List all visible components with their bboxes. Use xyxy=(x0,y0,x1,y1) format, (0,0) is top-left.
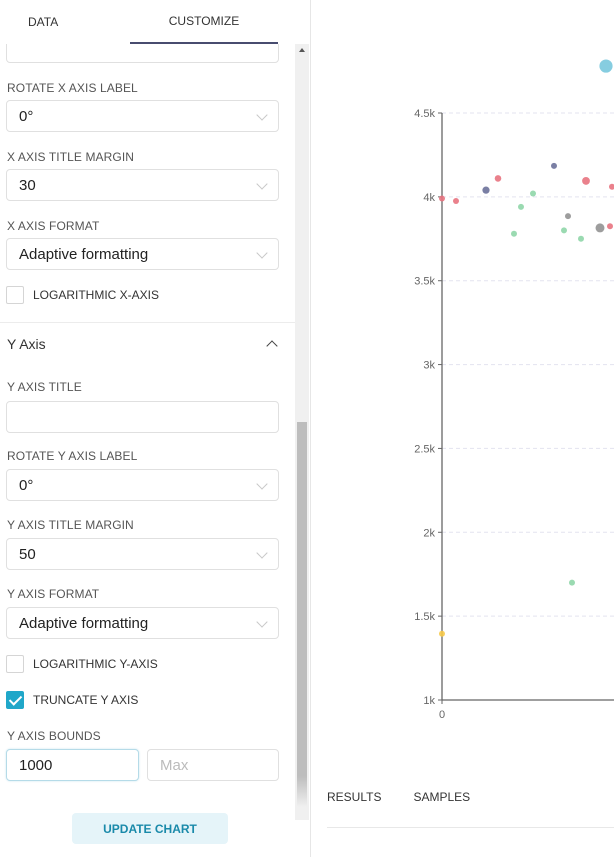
truncate-y-axis-checkbox[interactable] xyxy=(6,691,24,709)
data-point xyxy=(607,223,613,230)
truncate-y-axis-label: TRUNCATE Y AXIS xyxy=(33,693,139,707)
x-axis-format-select[interactable]: Adaptive formatting xyxy=(6,238,279,270)
rotate-x-axis-label-value: 0° xyxy=(19,107,34,125)
chevron-down-icon xyxy=(256,178,268,190)
y-axis-title-label: Y AXIS TITLE xyxy=(7,380,82,394)
rotate-x-axis-label-select[interactable]: 0° xyxy=(6,100,279,132)
data-point xyxy=(569,579,575,586)
y-axis-title-margin-select[interactable]: 50 xyxy=(6,538,279,570)
y-axis-bounds-min-input[interactable] xyxy=(6,749,139,781)
bottom-tabs-divider xyxy=(327,827,614,828)
logarithmic-y-axis-checkbox[interactable] xyxy=(6,655,24,673)
logarithmic-y-axis-label: LOGARITHMIC Y-AXIS xyxy=(33,657,158,671)
x-axis-title-margin-value: 30 xyxy=(19,176,36,194)
rotate-x-axis-label-label: ROTATE X AXIS LABEL xyxy=(7,81,138,95)
bottom-tabs: RESULTS SAMPLES xyxy=(327,790,502,804)
y-tick-label: 2.5k xyxy=(414,443,435,455)
scroll-up-arrow-icon[interactable] xyxy=(299,48,305,52)
tab-results[interactable]: RESULTS xyxy=(327,790,381,804)
y-tick-label: 3k xyxy=(423,360,435,372)
scatter-chart: 1k 1.5k 2k 2.5k 3k 3.5k 4k 4.5k 0 xyxy=(414,59,614,721)
data-point xyxy=(482,186,490,194)
x-axis-title-margin-label: X AXIS TITLE MARGIN xyxy=(7,150,135,164)
data-point xyxy=(439,195,445,202)
chevron-down-icon xyxy=(256,616,268,628)
y-axis-format-label: Y AXIS FORMAT xyxy=(7,587,100,601)
data-point xyxy=(453,198,459,205)
logarithmic-y-axis-row[interactable]: LOGARITHMIC Y-AXIS xyxy=(6,655,158,673)
tab-samples[interactable]: SAMPLES xyxy=(413,790,470,804)
y-tick-label: 3.5k xyxy=(414,276,435,288)
rotate-y-axis-label-select[interactable]: 0° xyxy=(6,469,279,501)
data-point xyxy=(599,59,613,73)
data-point xyxy=(494,175,502,182)
tab-data[interactable]: DATA xyxy=(0,0,130,44)
y-tick-label: 4k xyxy=(423,192,435,204)
rotate-y-axis-label-label: ROTATE Y AXIS LABEL xyxy=(7,449,138,463)
logarithmic-x-axis-checkbox[interactable] xyxy=(6,286,24,304)
sidebar-tabs: DATA CUSTOMIZE xyxy=(0,0,295,44)
data-point xyxy=(595,223,605,233)
customize-panel: ROTATE X AXIS LABEL 0° X AXIS TITLE MARG… xyxy=(0,44,295,814)
chevron-down-icon xyxy=(256,247,268,259)
chevron-down-icon xyxy=(256,547,268,559)
y-tick-label: 4.5k xyxy=(414,108,435,120)
x-axis-title-margin-select[interactable]: 30 xyxy=(6,169,279,201)
chevron-down-icon xyxy=(256,478,268,490)
chevron-up-icon[interactable] xyxy=(266,340,278,352)
logarithmic-x-axis-row[interactable]: LOGARITHMIC X-AXIS xyxy=(6,286,159,304)
logarithmic-x-axis-label: LOGARITHMIC X-AXIS xyxy=(33,288,160,302)
data-point xyxy=(551,162,557,169)
y-axis-bounds-max-input[interactable] xyxy=(147,749,279,781)
tab-customize[interactable]: CUSTOMIZE xyxy=(130,0,278,44)
data-point xyxy=(609,183,614,190)
data-point xyxy=(518,203,524,210)
truncate-y-axis-row[interactable]: TRUNCATE Y AXIS xyxy=(6,691,138,709)
section-divider xyxy=(0,322,295,323)
y-axis-section-title[interactable]: Y Axis xyxy=(7,336,46,352)
chevron-down-icon xyxy=(256,109,268,121)
y-axis-format-select[interactable]: Adaptive formatting xyxy=(6,607,279,639)
data-point xyxy=(582,177,590,185)
sidebar-scrollbar[interactable] xyxy=(295,44,309,820)
scrollbar-thumb[interactable] xyxy=(297,422,307,807)
y-axis-title-margin-value: 50 xyxy=(19,545,36,563)
data-point xyxy=(439,630,445,637)
rotate-y-axis-label-value: 0° xyxy=(19,476,34,494)
chart-area: 1k 1.5k 2k 2.5k 3k 3.5k 4k 4.5k 0 RESULTS SAMPLE… xyxy=(312,0,614,857)
sidebar: DATA CUSTOMIZE ROTATE X AXIS LABEL 0° X … xyxy=(0,0,311,857)
x-axis-format-value: Adaptive formatting xyxy=(19,245,149,263)
y-tick-label: 2k xyxy=(423,527,435,539)
x-tick-label: 0 xyxy=(439,709,445,721)
x-axis-title-input[interactable] xyxy=(6,44,279,63)
y-tick-label: 1.5k xyxy=(414,611,435,623)
data-point xyxy=(565,213,571,220)
y-axis-title-input[interactable] xyxy=(6,401,279,433)
x-axis-format-label: X AXIS FORMAT xyxy=(7,219,100,233)
data-point xyxy=(530,190,536,197)
y-axis-bounds-label: Y AXIS BOUNDS xyxy=(7,729,101,743)
data-point xyxy=(561,227,567,234)
y-tick-label: 1k xyxy=(423,695,435,707)
y-axis-format-value: Adaptive formatting xyxy=(19,614,149,632)
data-point xyxy=(511,230,517,237)
data-point xyxy=(578,235,584,242)
y-axis-title-margin-label: Y AXIS TITLE MARGIN xyxy=(7,518,134,532)
update-chart-button[interactable]: UPDATE CHART xyxy=(72,813,228,844)
